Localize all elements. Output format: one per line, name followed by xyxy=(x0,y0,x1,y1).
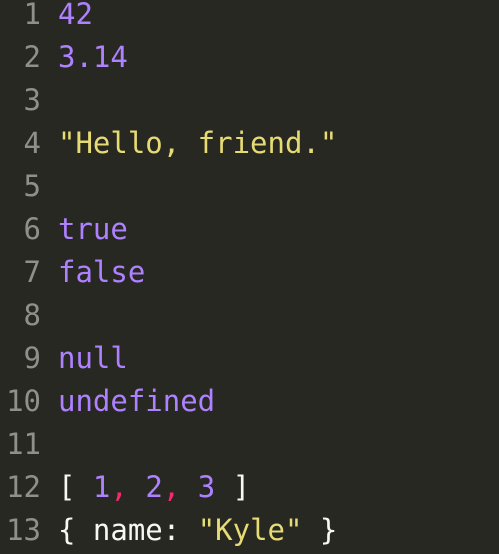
code-text: 42 xyxy=(58,0,93,36)
code-line[interactable]: 8 xyxy=(0,294,499,337)
code-token-string: "Hello, friend." xyxy=(58,126,338,160)
code-token-keyword: true xyxy=(58,212,128,246)
line-number: 5 xyxy=(23,169,41,203)
code-token-number: 3 xyxy=(197,470,216,504)
line-number: 11 xyxy=(6,427,41,461)
code-line[interactable]: 1 42 xyxy=(0,0,499,36)
code-token-comma: , xyxy=(162,470,181,504)
code-text: null xyxy=(58,337,128,380)
line-number: 10 xyxy=(6,384,41,418)
line-number: 9 xyxy=(23,341,41,375)
code-line[interactable]: 11 xyxy=(0,423,499,466)
code-token-number: 1 xyxy=(92,470,111,504)
code-token-punct: [ xyxy=(58,470,93,504)
code-token-punct: { xyxy=(58,513,93,547)
code-line[interactable]: 7 false xyxy=(0,251,499,294)
code-token-punct xyxy=(180,470,197,504)
code-text: undefined xyxy=(58,380,215,423)
code-line[interactable]: 13 { name: "Kyle" } xyxy=(0,509,499,552)
code-token-prop: name xyxy=(92,513,163,547)
code-line[interactable]: 5 xyxy=(0,165,499,208)
code-text: "Hello, friend." xyxy=(58,122,337,165)
code-token-number: 3.14 xyxy=(58,40,128,74)
code-line[interactable]: 3 xyxy=(0,79,499,122)
line-number: 3 xyxy=(23,83,41,117)
line-number: 12 xyxy=(6,470,41,504)
code-token-punct: } xyxy=(302,513,338,547)
code-text: 3.14 xyxy=(58,36,128,79)
code-line[interactable]: 6 true xyxy=(0,208,499,251)
code-line[interactable]: 2 3.14 xyxy=(0,36,499,79)
line-number: 13 xyxy=(6,513,41,547)
code-token-number: 2 xyxy=(145,470,163,504)
line-number: 1 xyxy=(23,0,41,31)
code-line[interactable]: 4 "Hello, friend." xyxy=(0,122,499,165)
code-editor[interactable]: 1 42 2 3.14 3 4 "Hello, friend." 5 6 true 7 false 8 9… xyxy=(0,0,499,554)
code-line[interactable]: 10 undefined xyxy=(0,380,499,423)
code-text: [ 1, 2, 3 ] xyxy=(58,466,250,509)
line-number: 6 xyxy=(23,212,41,246)
code-line[interactable]: 12[ 1, 2, 3 ] xyxy=(0,466,499,509)
code-text: { name: "Kyle" } xyxy=(58,509,337,552)
code-text: false xyxy=(58,251,145,294)
code-token-comma: , xyxy=(110,470,128,504)
code-text: true xyxy=(58,208,128,251)
code-token-punct: : xyxy=(162,513,198,547)
code-token-keyword: null xyxy=(58,341,128,375)
code-token-keyword: false xyxy=(58,255,146,289)
code-token-keyword: undefined xyxy=(58,384,216,418)
line-number: 8 xyxy=(23,298,41,332)
code-token-number: 42 xyxy=(58,0,93,31)
code-line[interactable]: 9 null xyxy=(0,337,499,380)
line-number: 2 xyxy=(23,40,41,74)
code-token-string: "Kyle" xyxy=(197,513,303,547)
code-token-punct: ] xyxy=(215,470,251,504)
line-number: 4 xyxy=(23,126,41,160)
code-token-punct xyxy=(128,470,145,504)
line-number: 7 xyxy=(23,255,41,289)
